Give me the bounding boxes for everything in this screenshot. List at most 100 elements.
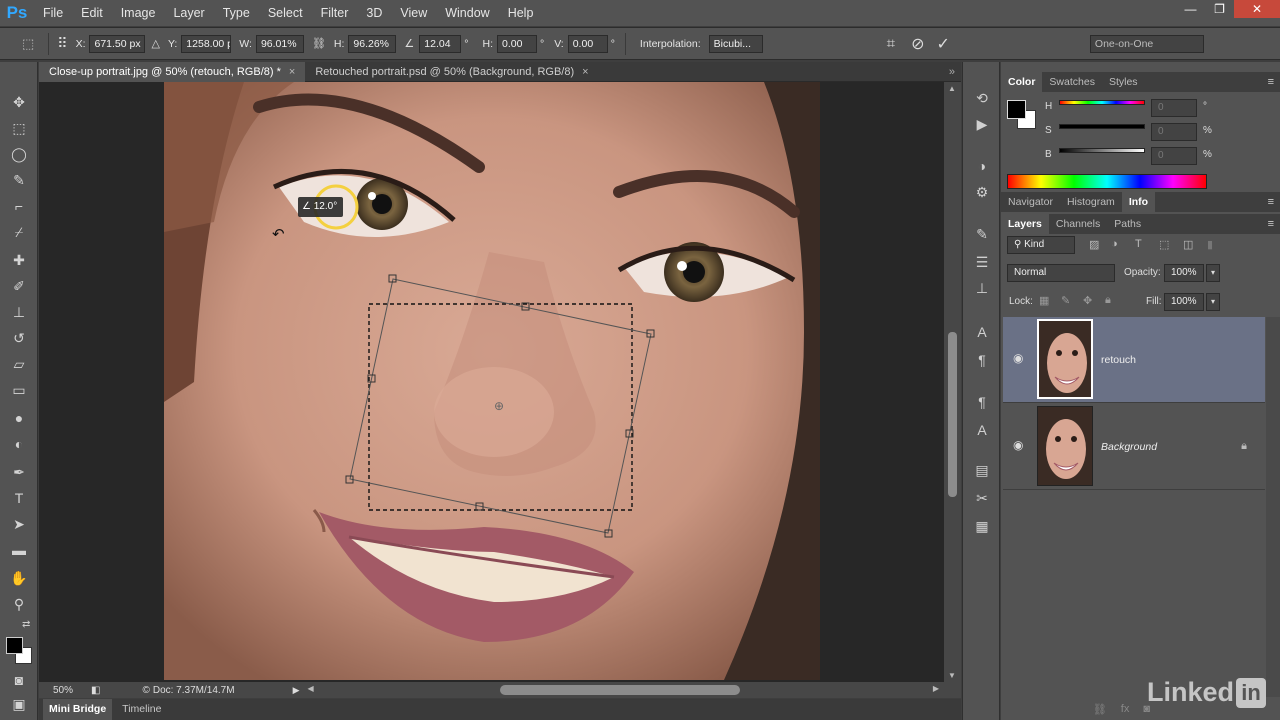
minimize-button[interactable]: — [1176,0,1205,18]
blur-tool-icon[interactable]: ● [9,408,29,428]
history-icon[interactable]: ⟲ [972,88,992,108]
zoom-level[interactable]: 50% [53,685,73,696]
tab-close-icon[interactable]: × [289,66,295,78]
vertical-scrollbar[interactable]: ▲ ▼ [944,82,961,682]
tab-styles[interactable]: Styles [1102,72,1145,92]
kind-filter-select[interactable]: ⚲ Kind [1007,236,1075,254]
tab-info[interactable]: Info [1121,192,1156,212]
menu-layer[interactable]: Layer [164,0,213,26]
canvas-area[interactable]: ⊕ ↶ ∠ 12.0° [39,82,961,682]
link-layers-icon[interactable]: ⛓ [1093,703,1107,716]
menu-select[interactable]: Select [259,0,312,26]
character-styles-icon[interactable]: ¶ [972,392,992,412]
tab-close-up-portrait[interactable]: Close-up portrait.jpg @ 50% (retouch, RG… [39,62,306,82]
menu-file[interactable]: File [34,0,72,26]
reference-point-icon[interactable]: ⊕ [494,399,504,413]
layers-scrollbar[interactable] [1266,317,1280,697]
layer-name[interactable]: retouch [1101,354,1136,366]
warp-icon[interactable]: ⌗ [887,35,895,52]
filter-type-icon[interactable]: T [1135,238,1142,250]
layer-comps-icon[interactable]: ▦ [972,516,992,536]
vskew-field[interactable]: 0.00 [567,34,608,53]
fg-color-swatch[interactable] [1007,100,1026,119]
zoom-tool-icon[interactable]: ⚲ [9,594,29,614]
character-icon[interactable]: A [972,322,992,342]
menu-filter[interactable]: Filter [312,0,358,26]
quick-mask-icon[interactable]: ◙ [9,670,29,690]
filter-toggle-icon[interactable]: ▮ [1207,238,1213,251]
filter-smart-object-icon[interactable]: ◫ [1183,238,1193,251]
layer-name[interactable]: Background [1101,441,1157,453]
panel-menu-icon[interactable]: ≡ [1268,218,1274,230]
restore-button[interactable]: ❐ [1205,0,1234,18]
saturation-field[interactable]: 0 [1151,123,1197,141]
menu-3d[interactable]: 3D [357,0,391,26]
menu-window[interactable]: Window [436,0,498,26]
tool-presets-icon[interactable]: ✂ [972,488,992,508]
path-select-tool-icon[interactable]: ➤ [9,514,29,534]
close-window-button[interactable]: ✕ [1234,0,1280,18]
tab-color[interactable]: Color [1001,72,1043,92]
doc-info-icon[interactable]: ◧ [91,685,100,696]
horizontal-scroll-thumb[interactable] [500,685,741,695]
tab-layers[interactable]: Layers [1001,214,1049,234]
type-tool-icon[interactable]: T [9,488,29,508]
tab-retouched-portrait[interactable]: Retouched portrait.psd @ 50% (Background… [305,62,598,82]
width-field[interactable]: 96.01% [255,34,304,53]
tab-timeline[interactable]: Timeline [116,699,167,720]
paragraph-styles-icon[interactable]: A [972,420,992,440]
history-brush-tool-icon[interactable]: ↺ [9,328,29,348]
x-field[interactable]: 671.50 px [89,34,146,53]
fill-dropdown-icon[interactable]: ▾ [1206,293,1220,311]
clone-stamp-tool-icon[interactable]: ⊥ [9,302,29,322]
panel-menu-icon[interactable]: ≡ [1268,76,1274,88]
screen-mode-icon[interactable]: ▣ [9,694,29,714]
status-menu-arrow-icon[interactable]: ▶ [293,685,300,696]
tab-paths[interactable]: Paths [1107,214,1148,234]
height-field[interactable]: 96.26% [348,34,397,53]
menu-image[interactable]: Image [112,0,165,26]
opacity-dropdown-icon[interactable]: ▾ [1206,264,1220,282]
quick-select-tool-icon[interactable]: ✎ [9,170,29,190]
hand-tool-icon[interactable]: ✋ [9,568,29,588]
brightness-slider[interactable] [1059,148,1145,153]
scroll-down-arrow-icon[interactable]: ▼ [948,671,956,680]
saturation-slider[interactable] [1059,124,1145,129]
crop-tool-icon[interactable]: ⌐ [9,196,29,216]
hue-field[interactable]: 0 [1151,99,1197,117]
actions-play-icon[interactable]: ▶ [972,114,992,134]
shape-tool-icon[interactable]: ▬ [9,540,29,560]
move-tool-icon[interactable]: ✥ [9,92,29,112]
lock-image-icon[interactable]: ✎ [1061,294,1070,307]
healing-brush-tool-icon[interactable]: ✚ [9,250,29,270]
commit-transform-icon[interactable]: ✓ [937,34,950,54]
brush-tool-icon[interactable]: ✐ [9,276,29,296]
delta-icon[interactable]: △ [151,37,159,50]
swap-colors-icon[interactable]: ⇄ [22,619,30,630]
layer-style-icon[interactable]: fx [1121,703,1130,715]
hue-slider[interactable] [1059,100,1145,105]
filter-adjustment-icon[interactable]: ◑ [1111,238,1118,250]
clone-source-icon[interactable]: ⊥ [972,278,992,298]
horizontal-scrollbar[interactable]: ◀ ▶ [305,682,961,698]
dodge-tool-icon[interactable]: ◐ [9,434,29,454]
lock-transparent-icon[interactable]: ▦ [1039,294,1049,307]
lock-position-icon[interactable]: ✥ [1083,294,1092,307]
foreground-color-swatch[interactable] [6,637,23,654]
filter-pixel-icon[interactable]: ▨ [1089,238,1099,251]
pen-tool-icon[interactable]: ✒ [9,462,29,482]
brightness-field[interactable]: 0 [1151,147,1197,165]
menu-edit[interactable]: Edit [72,0,112,26]
brush-presets-icon[interactable]: ✎ [972,224,992,244]
menu-view[interactable]: View [391,0,436,26]
interpolation-select[interactable]: Bicubi... [708,34,763,53]
scroll-left-arrow-icon[interactable]: ◀ [307,684,313,693]
marquee-tool-icon[interactable]: ⬚ [9,118,29,138]
eyedropper-tool-icon[interactable]: ⌿ [9,222,29,242]
notes-icon[interactable]: ▤ [972,460,992,480]
scroll-up-arrow-icon[interactable]: ▲ [948,84,956,93]
tab-channels[interactable]: Channels [1049,214,1107,234]
menu-type[interactable]: Type [214,0,259,26]
visibility-eye-icon[interactable]: ◉ [1013,438,1023,452]
menu-help[interactable]: Help [499,0,543,26]
